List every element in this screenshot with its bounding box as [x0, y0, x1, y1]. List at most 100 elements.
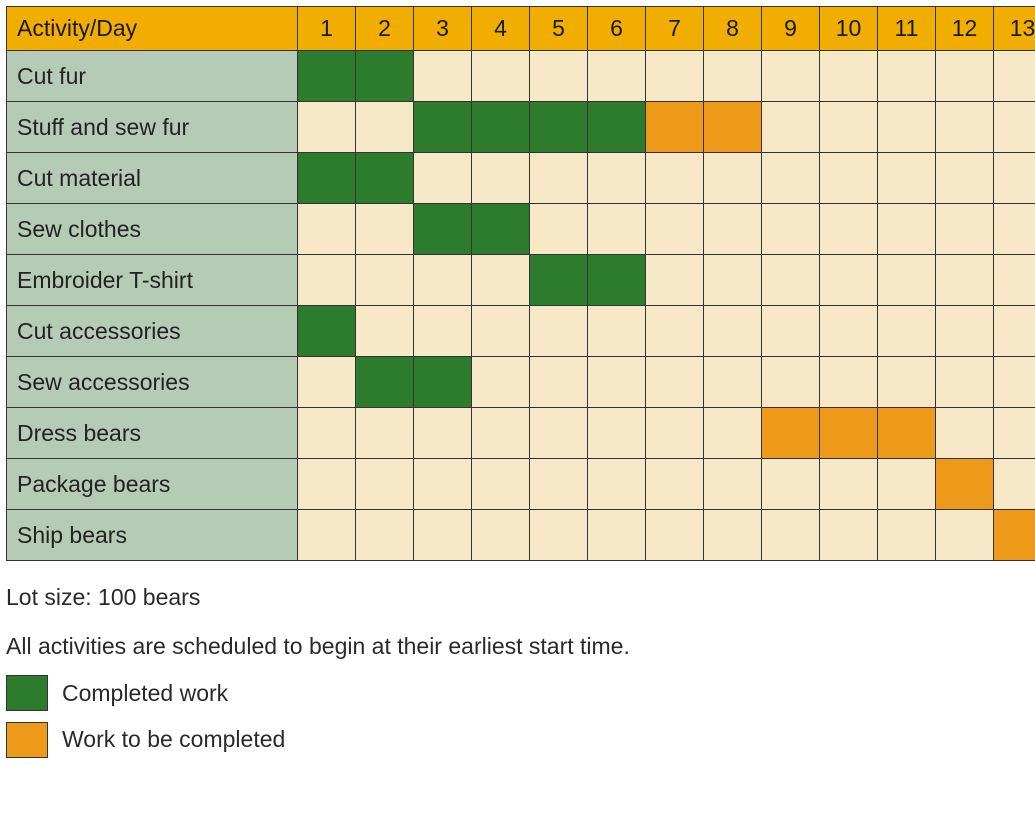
chart-notes: Lot size: 100 bears All activities are s… — [6, 579, 1029, 758]
activity-row: Stuff and sew fur — [7, 102, 1035, 153]
legend-label-todo: Work to be completed — [62, 721, 285, 758]
header-day: 5 — [530, 7, 588, 51]
gantt-cell — [356, 255, 414, 306]
gantt-cell — [356, 459, 414, 510]
gantt-cell — [530, 153, 588, 204]
gantt-cell — [762, 204, 820, 255]
gantt-cell — [588, 51, 646, 102]
gantt-cell — [530, 408, 588, 459]
gantt-cell — [820, 255, 878, 306]
gantt-cell — [820, 204, 878, 255]
gantt-cell — [936, 510, 994, 561]
gantt-cell — [298, 153, 356, 204]
gantt-cell — [588, 408, 646, 459]
gantt-cell — [298, 255, 356, 306]
activity-label: Ship bears — [7, 510, 298, 561]
gantt-cell — [936, 306, 994, 357]
gantt-cell — [878, 306, 936, 357]
header-day: 8 — [704, 7, 762, 51]
legend-label-done: Completed work — [62, 675, 228, 712]
gantt-cell — [646, 306, 704, 357]
gantt-cell — [820, 102, 878, 153]
gantt-cell — [994, 204, 1035, 255]
gantt-cell — [704, 510, 762, 561]
gantt-cell — [588, 255, 646, 306]
gantt-cell — [588, 204, 646, 255]
gantt-cell — [472, 357, 530, 408]
header-day: 4 — [472, 7, 530, 51]
activity-label: Cut accessories — [7, 306, 298, 357]
activity-label: Stuff and sew fur — [7, 102, 298, 153]
header-day: 10 — [820, 7, 878, 51]
gantt-cell — [936, 204, 994, 255]
gantt-cell — [298, 204, 356, 255]
gantt-cell — [936, 357, 994, 408]
activity-label: Cut fur — [7, 51, 298, 102]
gantt-cell — [820, 408, 878, 459]
gantt-cell — [414, 357, 472, 408]
gantt-cell — [646, 357, 704, 408]
gantt-cell — [530, 510, 588, 561]
gantt-cell — [994, 153, 1035, 204]
gantt-cell — [472, 255, 530, 306]
gantt-cell — [588, 306, 646, 357]
gantt-cell — [646, 510, 704, 561]
gantt-cell — [646, 153, 704, 204]
gantt-cell — [298, 51, 356, 102]
gantt-cell — [878, 408, 936, 459]
gantt-cell — [994, 459, 1035, 510]
gantt-cell — [704, 255, 762, 306]
gantt-cell — [472, 153, 530, 204]
gantt-cell — [820, 306, 878, 357]
gantt-cell — [762, 510, 820, 561]
gantt-cell — [530, 306, 588, 357]
gantt-cell — [356, 357, 414, 408]
gantt-cell — [936, 102, 994, 153]
gantt-cell — [472, 204, 530, 255]
header-row: Activity/Day 12345678910111213 — [7, 7, 1035, 51]
gantt-cell — [936, 408, 994, 459]
activity-row: Sew accessories — [7, 357, 1035, 408]
gantt-cell — [414, 102, 472, 153]
activity-label: Embroider T-shirt — [7, 255, 298, 306]
gantt-cell — [414, 51, 472, 102]
header-day: 2 — [356, 7, 414, 51]
header-day: 12 — [936, 7, 994, 51]
gantt-cell — [820, 51, 878, 102]
gantt-cell — [646, 51, 704, 102]
gantt-cell — [414, 306, 472, 357]
gantt-cell — [762, 459, 820, 510]
gantt-cell — [878, 459, 936, 510]
gantt-cell — [646, 459, 704, 510]
gantt-cell — [762, 357, 820, 408]
gantt-cell — [820, 357, 878, 408]
gantt-cell — [994, 306, 1035, 357]
gantt-cell — [878, 102, 936, 153]
header-day: 9 — [762, 7, 820, 51]
lot-size-note: Lot size: 100 bears — [6, 579, 1029, 616]
schedule-note: All activities are scheduled to begin at… — [6, 628, 1029, 665]
gantt-cell — [704, 102, 762, 153]
gantt-cell — [646, 204, 704, 255]
gantt-cell — [472, 459, 530, 510]
gantt-cell — [820, 459, 878, 510]
gantt-cell — [414, 255, 472, 306]
gantt-cell — [588, 459, 646, 510]
gantt-cell — [298, 357, 356, 408]
gantt-cell — [530, 204, 588, 255]
gantt-cell — [356, 306, 414, 357]
gantt-cell — [762, 51, 820, 102]
gantt-cell — [936, 255, 994, 306]
gantt-cell — [936, 51, 994, 102]
gantt-cell — [704, 204, 762, 255]
gantt-cell — [878, 153, 936, 204]
header-activity: Activity/Day — [7, 7, 298, 51]
header-day: 1 — [298, 7, 356, 51]
legend-completed: Completed work — [6, 675, 1029, 712]
gantt-cell — [356, 510, 414, 561]
gantt-cell — [588, 510, 646, 561]
activity-row: Embroider T-shirt — [7, 255, 1035, 306]
gantt-cell — [762, 408, 820, 459]
activity-label: Sew accessories — [7, 357, 298, 408]
gantt-cell — [414, 204, 472, 255]
